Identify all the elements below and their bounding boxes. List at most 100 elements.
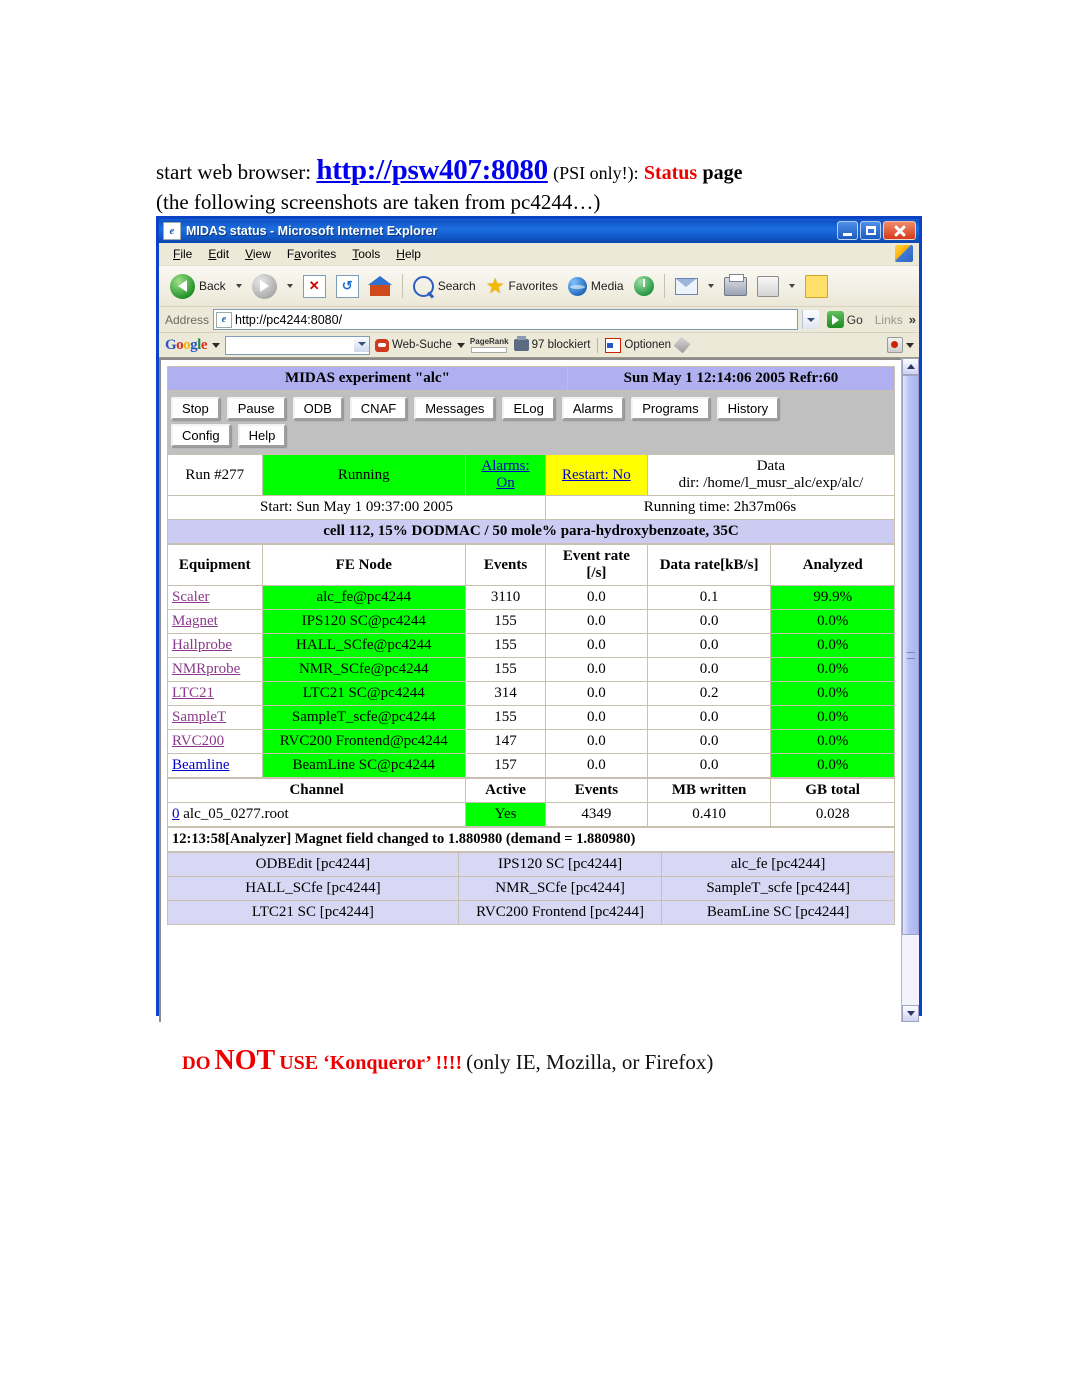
button-history[interactable]: History (716, 397, 780, 420)
analyzed: 0.0% (770, 729, 895, 754)
status-word: Status (643, 162, 698, 184)
notes-button[interactable] (800, 273, 833, 300)
window-title: MIDAS status - Microsoft Internet Explor… (186, 224, 438, 238)
highlight-pencil-icon[interactable] (673, 336, 691, 354)
events: 314 (465, 681, 547, 706)
mail-dropdown-icon[interactable] (707, 284, 714, 288)
program-beamline-sc[interactable]: BeamLine SC [pc4244] (661, 900, 895, 925)
media-button[interactable]: Media (563, 275, 629, 298)
google-search-dropdown[interactable] (354, 336, 370, 352)
links-label[interactable]: Links (871, 313, 903, 327)
google-options-button[interactable]: Optionen (605, 337, 672, 353)
scrollbar-thumb[interactable] (902, 375, 919, 935)
equipment-link-beamline[interactable]: Beamline (172, 757, 229, 773)
button-odb[interactable]: ODB (292, 397, 343, 420)
title-bar: e MIDAS status - Microsoft Internet Expl… (159, 219, 919, 243)
minimize-button[interactable] (837, 221, 858, 240)
mail-button[interactable] (670, 276, 703, 297)
program-rvc200-frontend[interactable]: RVC200 Frontend [pc4244] (457, 900, 663, 925)
alarms-value[interactable]: On (496, 475, 514, 491)
button-elog[interactable]: ELog (502, 397, 555, 420)
equipment-link-magnet[interactable]: Magnet (172, 613, 218, 629)
message-table: 12:13:58[Analyzer] Magnet field changed … (167, 827, 895, 852)
print-button[interactable] (719, 273, 752, 298)
program-alc-fe[interactable]: alc_fe [pc4244] (661, 852, 895, 877)
menu-file[interactable]: File (166, 246, 201, 262)
program-odbedit[interactable]: ODBEdit [pc4244] (167, 852, 459, 877)
maximize-button[interactable] (860, 221, 881, 240)
program-nmr-scfe[interactable]: NMR_SCfe [pc4244] (457, 876, 663, 901)
google-menu-caret-icon[interactable] (212, 342, 221, 348)
scroll-down-button[interactable] (902, 1005, 919, 1022)
equipment-link-rvc200[interactable]: RVC200 (172, 733, 224, 749)
channel-index-link[interactable]: 0 (172, 806, 180, 822)
back-button[interactable]: Back (165, 272, 231, 301)
menu-tools[interactable]: Tools (345, 246, 389, 262)
edit-dropdown-icon[interactable] (788, 284, 795, 288)
intro-line-2: (the following screenshots are taken fro… (156, 190, 601, 215)
menu-view[interactable]: View (238, 246, 280, 262)
button-messages[interactable]: Messages (414, 397, 496, 420)
scrollbar-track[interactable] (902, 375, 919, 1005)
address-input[interactable]: e http://pc4244:8080/ (213, 309, 798, 330)
equipment-link-ltc21[interactable]: LTC21 (172, 685, 214, 701)
scroll-up-button[interactable] (902, 358, 919, 375)
google-search-input[interactable] (225, 335, 371, 355)
program-samplet-scfe[interactable]: SampleT_scfe [pc4244] (661, 876, 895, 901)
acrobat-caret-icon[interactable] (906, 342, 914, 348)
button-alarms[interactable]: Alarms (561, 397, 625, 420)
alarms-label[interactable]: Alarms: (481, 458, 529, 474)
web-suche-caret-icon[interactable] (456, 342, 465, 348)
button-stop[interactable]: Stop (171, 397, 220, 420)
button-pause[interactable]: Pause (226, 397, 286, 420)
links-chevron-icon[interactable]: » (907, 312, 916, 327)
equipment-link-scaler[interactable]: Scaler (172, 589, 209, 605)
options-label: Optionen (624, 339, 672, 351)
search-button[interactable]: Search (408, 271, 481, 301)
refresh-button[interactable]: ↺ (331, 273, 364, 300)
menu-edit[interactable]: Edit (201, 246, 238, 262)
equipment-link-hallprobe[interactable]: Hallprobe (172, 637, 232, 653)
program-ips120-sc[interactable]: IPS120 SC [pc4244] (457, 852, 663, 877)
table-row: Scaler alc_fe@pc4244 3110 0.0 0.1 99.9% (167, 585, 895, 610)
favorites-button[interactable]: ★ Favorites (481, 274, 563, 299)
button-programs[interactable]: Programs (631, 397, 710, 420)
close-button[interactable] (883, 221, 916, 240)
col-equipment: Equipment (167, 544, 263, 586)
program-ltc21-sc[interactable]: LTC21 SC [pc4244] (167, 900, 459, 925)
popup-blocker-icon (513, 336, 529, 351)
button-help[interactable]: Help (237, 424, 287, 447)
psw-url-link[interactable]: http://psw407:8080 (316, 154, 548, 186)
back-dropdown-icon[interactable] (235, 284, 242, 288)
restart-cell[interactable]: Restart: No (545, 454, 648, 496)
google-search-dog-icon (375, 338, 390, 352)
stop-button[interactable]: ✕ (298, 273, 331, 300)
google-toolbar-right (887, 337, 914, 353)
menu-help[interactable]: Help (389, 246, 430, 262)
forward-button[interactable] (247, 272, 282, 301)
google-popup-blocker-button[interactable]: 97 blockiert (513, 336, 590, 351)
equipment-link-nmrprobe[interactable]: NMRprobe (172, 661, 240, 677)
acrobat-icon[interactable] (887, 337, 903, 353)
forward-dropdown-icon[interactable] (286, 284, 293, 288)
home-button[interactable] (364, 274, 397, 299)
vertical-scrollbar[interactable] (901, 358, 919, 1022)
table-row: LTC21 LTC21 SC@pc4244 314 0.0 0.2 0.0% (167, 681, 895, 706)
google-web-search-button[interactable]: Web-Suche (375, 338, 452, 352)
program-hall-scfe[interactable]: HALL_SCfe [pc4244] (167, 876, 459, 901)
button-config[interactable]: Config (171, 424, 231, 447)
col-fe-node: FE Node (261, 544, 467, 586)
restart-link[interactable]: Restart: No (562, 467, 631, 483)
button-cnaf[interactable]: CNAF (349, 397, 408, 420)
history-button[interactable] (629, 274, 659, 298)
internet-explorer-icon: e (163, 222, 181, 240)
events: 155 (465, 705, 547, 730)
channel-table: Channel Active Events MB written GB tota… (166, 778, 895, 827)
analyzer-message[interactable]: 12:13:58[Analyzer] Magnet field changed … (167, 827, 895, 852)
menu-favorites[interactable]: Favorites (280, 246, 345, 262)
equipment-link-samplet[interactable]: SampleT (172, 709, 226, 725)
go-button[interactable]: Go (823, 311, 867, 328)
edit-button[interactable] (752, 274, 784, 299)
address-dropdown-button[interactable] (801, 310, 819, 329)
alarms-cell[interactable]: Alarms: On (465, 454, 547, 496)
